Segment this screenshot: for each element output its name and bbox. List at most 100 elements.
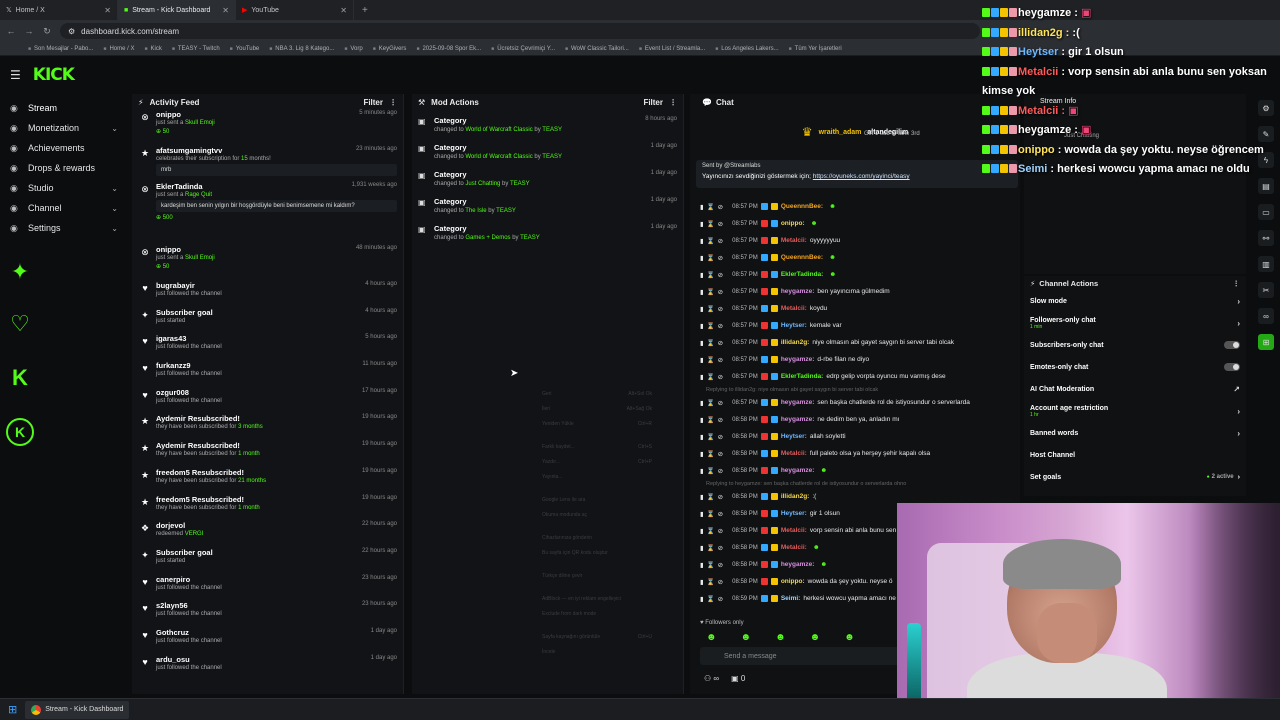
ban-icon[interactable]: ⊘ (718, 467, 723, 475)
chat-message[interactable]: ▮ ⌛ ⊘ 08:58 PM heygamze: ne dedim ben ya, anl… (700, 411, 1018, 428)
activity-name[interactable]: onippo (156, 110, 181, 119)
activity-item[interactable]: ⊗ EklerTadinda 1,931 weeks ago just sent a … (132, 182, 403, 245)
context-menu-item[interactable]: Exclude from dark mode (516, 606, 678, 621)
tab-youtube[interactable]: ▶ YouTube ✕ (236, 0, 354, 20)
activity-name[interactable]: ardu_osu (156, 655, 190, 664)
ban-icon[interactable]: ⊘ (718, 237, 723, 245)
ban-icon[interactable]: ⊘ (718, 493, 723, 501)
more-icon[interactable]: ⋮ (389, 98, 397, 107)
ban-icon[interactable]: ⊘ (718, 416, 723, 424)
new-tab-button[interactable]: + (354, 5, 376, 16)
clip-icon[interactable]: ▤ (1258, 178, 1274, 194)
activity-name[interactable]: Subscriber goal (156, 308, 213, 317)
timeout-icon[interactable]: ⌛ (707, 510, 715, 518)
emote-icon[interactable]: ☻ (844, 632, 855, 643)
taskbar-app-chrome[interactable]: Stream - Kick Dashboard (25, 700, 130, 719)
chat-message[interactable]: ▮ ⌛ ⊘ 08:57 PM onippo: ☻ (700, 215, 1018, 232)
context-menu-item[interactable]: Okuma modunda aç (516, 507, 678, 522)
chat-username[interactable]: onippo: (781, 578, 805, 585)
ban-icon[interactable]: ⊘ (718, 271, 723, 279)
activity-name[interactable]: dorjevol (156, 521, 185, 530)
channel-action-followers-only-chat[interactable]: Followers-only chat 1 min › (1024, 312, 1246, 334)
activity-name[interactable]: EklerTadinda (156, 182, 203, 191)
forward-icon[interactable]: → (24, 26, 34, 36)
chevron-down-icon[interactable]: ⌄ (111, 224, 118, 233)
add-widget-icon[interactable]: ⊞ (1258, 334, 1274, 350)
chevron-right-icon[interactable]: › (1237, 319, 1240, 328)
emote-icon[interactable]: ☻ (810, 632, 821, 643)
context-menu-item[interactable]: Yazdır... Ctrl+P (516, 454, 678, 469)
chat-username[interactable]: Heytser: (781, 322, 807, 329)
emote-icon[interactable]: ☻ (706, 632, 717, 643)
filter-button[interactable]: Filter (643, 98, 663, 107)
timeout-icon[interactable]: ⌛ (707, 322, 715, 330)
bookmark-item[interactable]: Event List / Streamla... (639, 46, 705, 52)
timeout-icon[interactable]: ⌛ (707, 544, 715, 552)
chat-username[interactable]: Metalcii: (781, 527, 807, 534)
bookmark-item[interactable]: Son Mesajlar - Pabo... (28, 46, 93, 52)
chat-username[interactable]: illidan2g: (781, 339, 810, 346)
mod-action-item[interactable]: ▣ Category 1 day ago changed to Just Chatti… (412, 170, 683, 197)
site-info-icon[interactable]: ⚙ (68, 27, 75, 36)
activity-item[interactable]: ★ afatsumgamingtvv 23 minutes ago celebrate… (132, 146, 403, 182)
channel-action-host-channel[interactable]: Host Channel (1024, 444, 1246, 466)
channel-action-emotes-only-chat[interactable]: Emotes-only chat (1024, 356, 1246, 378)
pin-icon[interactable]: ▮ (700, 373, 704, 381)
activity-name[interactable]: freedom5 Resubscribed! (156, 468, 244, 477)
ban-icon[interactable]: ⊘ (718, 527, 723, 535)
sidebar-item-channel[interactable]: ◉ Channel ⌄ (0, 198, 128, 218)
chat-message[interactable]: ▮ ⌛ ⊘ 08:57 PM QueennnBee: ☻ (700, 198, 1018, 215)
chevron-right-icon[interactable]: › (1237, 407, 1240, 416)
activity-name[interactable]: Aydemir Resubscribed! (156, 441, 240, 450)
activity-item[interactable]: ★ Aydemir Resubscribed! 19 hours ago they h… (132, 441, 403, 468)
sidebar-item-studio[interactable]: ◉ Studio ⌄ (0, 178, 128, 198)
chat-bubble-icon[interactable]: ▭ (1258, 204, 1274, 220)
activity-name[interactable]: ozgur008 (156, 388, 189, 397)
activity-name[interactable]: afatsumgamingtvv (156, 146, 222, 155)
pin-icon[interactable]: ▮ (700, 356, 704, 364)
mod-action-item[interactable]: ▣ Category 1 day ago changed to The Isle by… (412, 197, 683, 224)
chevron-down-icon[interactable]: ⌄ (111, 124, 118, 133)
pin-icon[interactable]: ▮ (700, 203, 704, 211)
activity-name[interactable]: furkanzz9 (156, 361, 191, 370)
context-menu-item[interactable]: AdBlock — en iyi reklam engelleyici (516, 591, 678, 606)
timeout-icon[interactable]: ⌛ (707, 527, 715, 535)
pin-icon[interactable]: ▮ (700, 510, 704, 518)
bookmark-item[interactable]: Ücretsiz Çevrimiçi Y... (491, 46, 555, 52)
pin-icon[interactable]: ▮ (700, 271, 704, 279)
filter-button[interactable]: Filter (363, 98, 383, 107)
timeout-icon[interactable]: ⌛ (707, 493, 715, 501)
chat-message[interactable]: ▮ ⌛ ⊘ 08:57 PM illidan2g: niye olmasın abi ga… (700, 334, 1018, 351)
chevron-right-icon[interactable]: › (1238, 474, 1240, 481)
chat-username[interactable]: heygamze: (781, 288, 815, 295)
reload-icon[interactable]: ↻ (42, 26, 52, 37)
pin-icon[interactable]: ▮ (700, 399, 704, 407)
chevron-right-icon[interactable]: › (1237, 429, 1240, 438)
activity-name[interactable]: Subscriber goal (156, 548, 213, 557)
activity-item[interactable]: ✦ Subscriber goal 4 hours ago just started (132, 308, 403, 335)
more-icon[interactable]: ⋮ (669, 98, 677, 107)
activity-item[interactable]: ❖ dorjevol 22 hours ago redeemed VERGI (132, 521, 403, 548)
ban-icon[interactable]: ⊘ (718, 450, 723, 458)
pin-icon[interactable]: ▮ (700, 450, 704, 458)
activity-name[interactable]: bugrabayir (156, 281, 195, 290)
ban-icon[interactable]: ⊘ (718, 254, 723, 262)
chat-username[interactable]: QueennnBee: (781, 254, 823, 261)
bookmark-item[interactable]: 2025-09-08 Spor Ek... (416, 46, 481, 52)
chat-username[interactable]: EklerTadinda: (781, 271, 824, 278)
ban-icon[interactable]: ⊘ (718, 544, 723, 552)
chevron-down-icon[interactable]: ⌄ (111, 204, 118, 213)
activity-item[interactable]: ♥ ardu_osu 1 day ago just followed the chan… (132, 655, 403, 682)
pin-icon[interactable]: ▮ (700, 322, 704, 330)
pin-icon[interactable]: ▮ (700, 544, 704, 552)
activity-name[interactable]: freedom5 Resubscribed! (156, 495, 244, 504)
ban-icon[interactable]: ⊘ (718, 203, 723, 211)
chat-message[interactable]: ▮ ⌛ ⊘ 08:57 PM Metalcii: oyyyyyyuu (700, 232, 1018, 249)
context-menu-item[interactable]: İleri Alt+Sağ Ok (516, 401, 678, 416)
pin-icon[interactable]: ▮ (700, 561, 704, 569)
bookmark-item[interactable]: WoW Classic Tailori... (565, 46, 629, 52)
activity-item[interactable]: ♥ s2layn56 23 hours ago just followed the c… (132, 601, 403, 628)
bookmark-item[interactable]: Vorp (344, 46, 362, 52)
gift-icon[interactable]: ▣ 0 (731, 674, 745, 683)
activity-item[interactable]: ⊗ onippo 48 minutes ago just sent a Skull E… (132, 245, 403, 281)
